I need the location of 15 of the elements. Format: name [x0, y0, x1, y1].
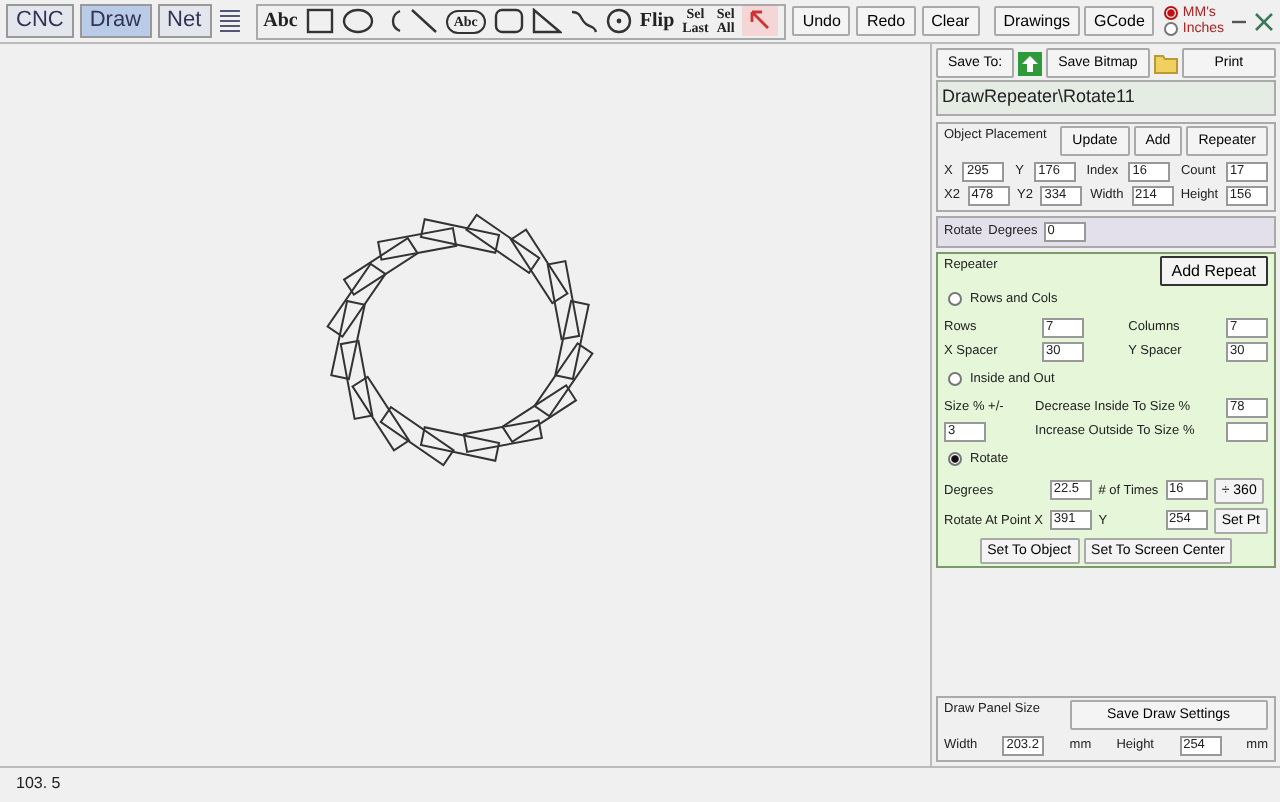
tab[interactable]: Draw	[79, 4, 152, 38]
toolbar-button[interactable]: Redo	[856, 6, 916, 36]
input-field[interactable]	[1225, 421, 1268, 442]
close-icon[interactable]	[1254, 11, 1274, 31]
panel-button[interactable]: Add Repeat	[1159, 255, 1268, 285]
status-text: 103. 5	[16, 774, 61, 792]
upload-arrow-icon[interactable]	[1018, 51, 1043, 75]
toolbar-button[interactable]: Drawings	[993, 6, 1081, 36]
tab[interactable]: Net	[157, 4, 212, 38]
toolbar-button[interactable]: Undo	[792, 6, 851, 36]
toolbar-button[interactable]: Clear	[921, 6, 980, 36]
tab[interactable]: CNC	[6, 4, 74, 38]
menu-icon[interactable]	[217, 8, 242, 34]
toolbar-button[interactable]: GCode	[1084, 6, 1155, 36]
file-path-field[interactable]: DrawRepeater\Rotate11	[936, 80, 1276, 115]
